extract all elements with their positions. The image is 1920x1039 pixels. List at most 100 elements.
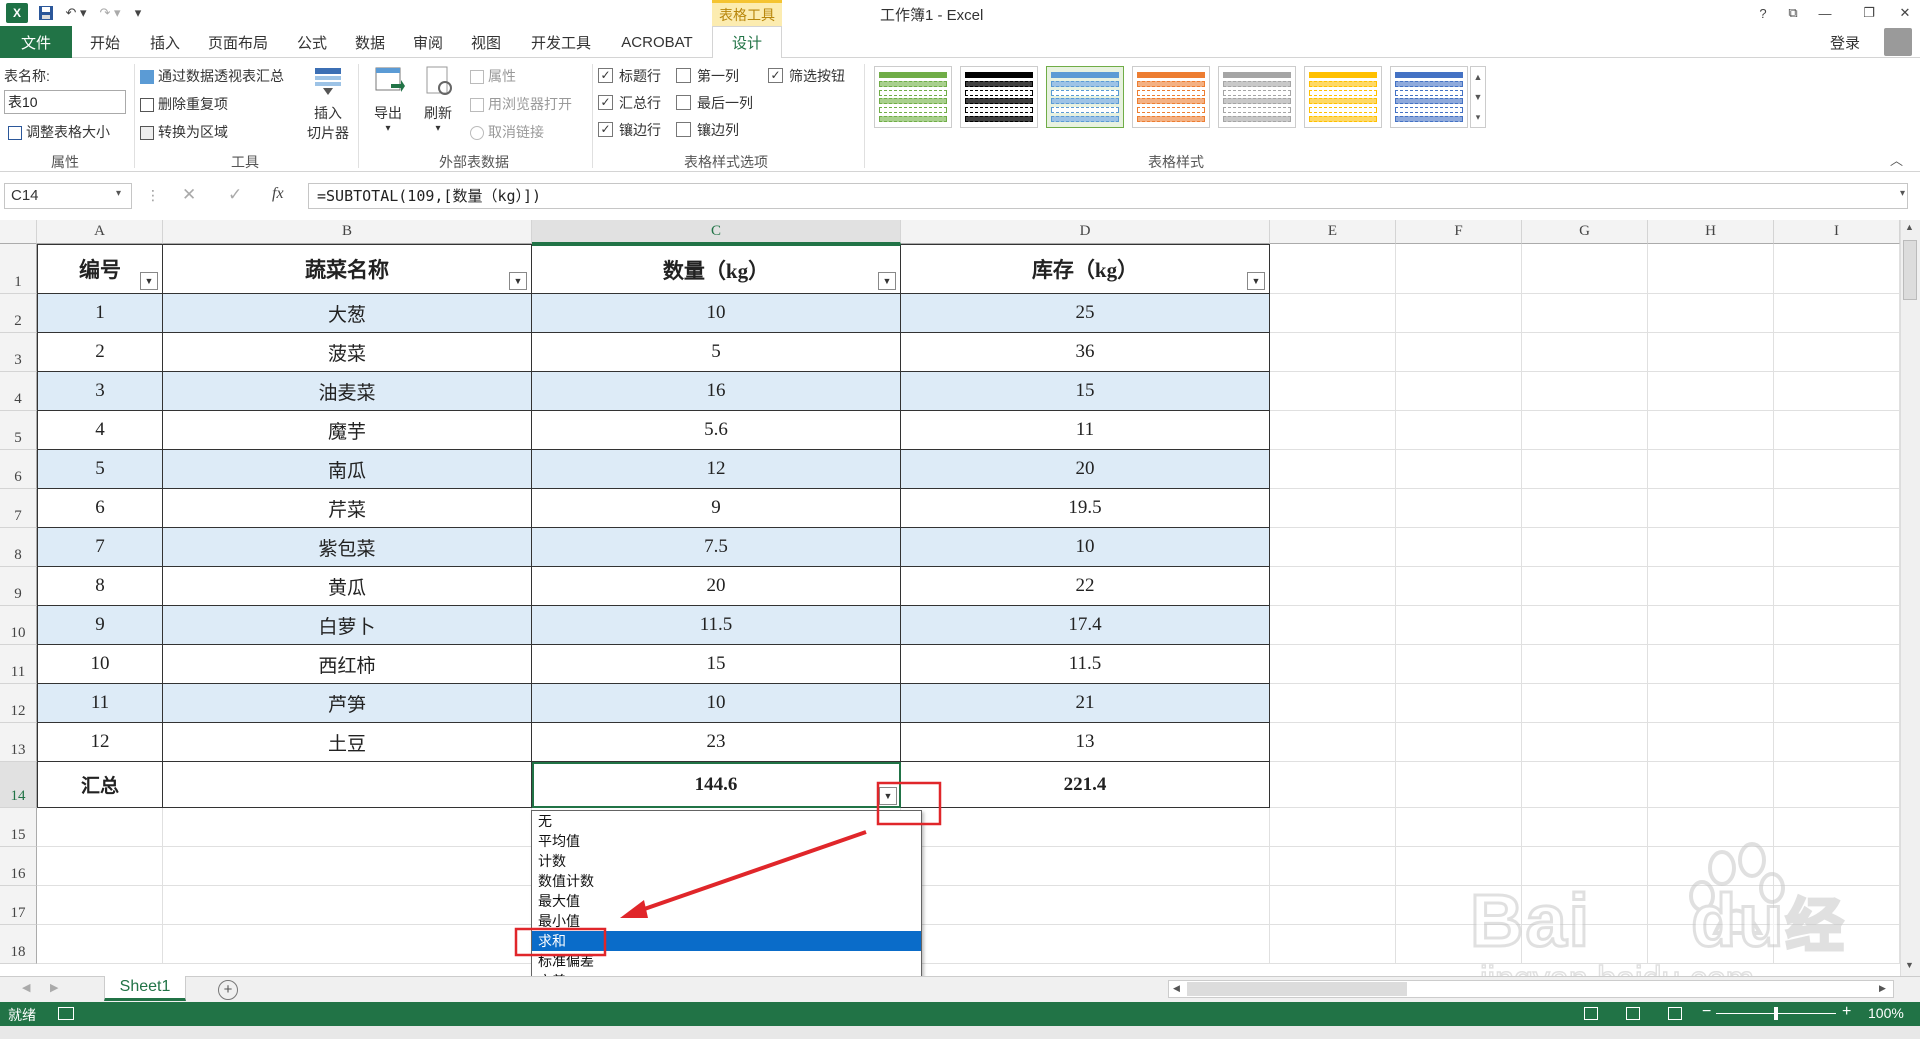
refresh-button[interactable]: 刷新 ▾ [414,64,462,134]
summarize-pivot-button[interactable]: 通过数据透视表汇总 [140,66,284,86]
grid-cell[interactable] [1522,567,1648,606]
grid-cell[interactable] [1270,886,1396,925]
gallery-scroll[interactable]: ▲ ▼ ▾ [1470,66,1486,128]
insert-function-icon[interactable]: fx [272,185,284,203]
grid-cell[interactable] [1522,333,1648,372]
horizontal-scrollbar[interactable]: ◀ ▶ [1168,980,1894,998]
table-header-cell[interactable]: 数量（kg） ▼ [532,244,901,294]
row-header-5[interactable]: 5 [0,411,37,450]
grid-cell[interactable] [1648,333,1774,372]
table-cell[interactable]: 9 [37,606,163,645]
grid-cell[interactable] [1648,411,1774,450]
avatar[interactable] [1884,28,1912,56]
grid-cell[interactable] [1648,606,1774,645]
enter-formula-icon[interactable]: ✓ [228,185,242,205]
grid-cell[interactable] [1522,723,1648,762]
ribbon-display-icon[interactable]: ⧉ [1780,3,1806,23]
vertical-scrollbar[interactable]: ▲ ▼ [1900,220,1920,976]
grid-cell[interactable] [37,808,163,847]
grid-cell[interactable] [1522,762,1648,808]
customize-qat-icon[interactable]: ▾ [130,4,146,22]
grid-cell[interactable] [1396,606,1522,645]
filter-dropdown-button[interactable]: ▼ [878,272,896,290]
expand-formula-icon[interactable]: ▾ [1900,188,1905,199]
row-header-15[interactable]: 15 [0,808,37,847]
grid-cell[interactable] [1522,684,1648,723]
total-row-cell[interactable] [163,762,532,808]
table-cell[interactable]: 10 [37,645,163,684]
prev-sheet-icon[interactable]: ◀ [22,981,30,994]
grid-cell[interactable] [1648,762,1774,808]
grid-cell[interactable] [1270,723,1396,762]
row-header-2[interactable]: 2 [0,294,37,333]
table-cell[interactable]: 8 [37,567,163,606]
tab-data[interactable]: 数据 [346,26,394,58]
table-cell[interactable]: 5.6 [532,411,901,450]
external-properties-button[interactable]: 属性 [470,66,516,86]
tab-design[interactable]: 设计 [712,26,782,59]
table-style-swatch[interactable] [874,66,952,128]
grid-cell[interactable] [1396,762,1522,808]
grid-cell[interactable] [1270,411,1396,450]
table-cell[interactable]: 11.5 [532,606,901,645]
page-break-view-icon[interactable] [1668,1007,1682,1020]
row-header-1[interactable]: 1 [0,244,37,294]
sheet-tab-sheet1[interactable]: Sheet1 [104,976,186,1001]
h-scroll-thumb[interactable] [1187,982,1407,996]
table-style-swatch[interactable] [1218,66,1296,128]
table-header-cell[interactable]: 蔬菜名称 ▼ [163,244,532,294]
tab-view[interactable]: 视图 [462,26,510,58]
grid-cell[interactable] [1648,450,1774,489]
table-cell[interactable]: 土豆 [163,723,532,762]
table-cell[interactable]: 10 [532,294,901,333]
table-style-swatch[interactable] [1304,66,1382,128]
restore-icon[interactable]: ❐ [1856,3,1882,23]
dropdown-item[interactable]: 无 [532,811,921,831]
grid-cell[interactable] [1774,244,1900,294]
dropdown-item[interactable]: 计数 [532,851,921,871]
grid-cell[interactable] [1648,645,1774,684]
filter-dropdown-button[interactable]: ▼ [1247,272,1265,290]
formula-input[interactable]: =SUBTOTAL(109,[数量（kg）]) [308,183,1908,209]
grid-cell[interactable] [1522,645,1648,684]
name-box-dropdown-icon[interactable]: ▾ [116,188,121,199]
grid-cell[interactable] [1774,294,1900,333]
grid-cell[interactable] [1270,528,1396,567]
table-style-swatch[interactable] [960,66,1038,128]
row-header-17[interactable]: 17 [0,886,37,925]
grid-cell[interactable] [1648,244,1774,294]
grid-cell[interactable] [1270,567,1396,606]
grid-cell[interactable] [1522,450,1648,489]
table-cell[interactable]: 2 [37,333,163,372]
table-cell[interactable]: 17.4 [901,606,1270,645]
filter-button-checkbox[interactable]: ✓ [768,68,783,83]
table-cell[interactable]: 芦笋 [163,684,532,723]
grid-cell[interactable] [1396,489,1522,528]
zoom-in-icon[interactable]: + [1842,1003,1851,1021]
convert-to-range-button[interactable]: 转换为区域 [140,122,228,142]
column-header-b[interactable]: B [163,220,532,244]
add-sheet-icon[interactable]: + [218,980,238,1000]
undo-icon[interactable]: ↶ ▾ [62,4,90,22]
select-all-corner[interactable] [0,220,37,244]
tab-insert[interactable]: 插入 [140,26,190,58]
grid-cell[interactable] [1774,606,1900,645]
grid-cell[interactable] [1396,333,1522,372]
tab-page-layout[interactable]: 页面布局 [198,26,278,58]
remove-duplicates-button[interactable]: 删除重复项 [140,94,228,114]
table-cell[interactable]: 西红柿 [163,645,532,684]
grid-cell[interactable] [1270,606,1396,645]
tab-acrobat[interactable]: ACROBAT [612,26,702,58]
scroll-thumb[interactable] [1903,240,1917,300]
help-button[interactable]: ? [1750,3,1776,23]
table-cell[interactable]: 20 [532,567,901,606]
grid-cell[interactable] [1774,645,1900,684]
grid-cell[interactable] [1522,528,1648,567]
total-function-button[interactable]: ▼ [879,787,897,805]
grid-cell[interactable] [1774,723,1900,762]
grid-cell[interactable] [1648,528,1774,567]
table-cell[interactable]: 菠菜 [163,333,532,372]
export-button[interactable]: 导出 ▾ [364,64,412,134]
column-header-i[interactable]: I [1774,220,1900,244]
grid-cell[interactable] [1396,684,1522,723]
